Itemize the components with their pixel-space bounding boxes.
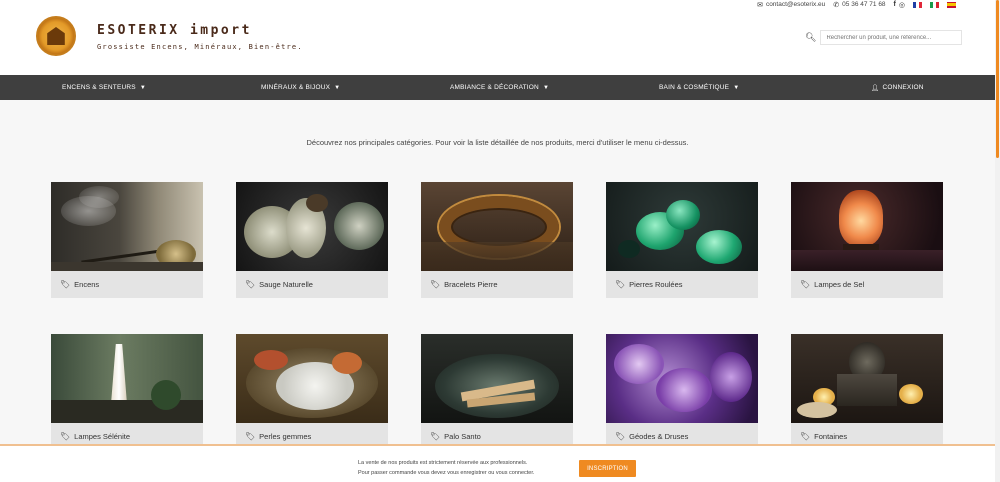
category-card-bracelets-pierre[interactable]: 🏷︎ Bracelets Pierre xyxy=(421,182,573,298)
tag-icon: 🏷︎ xyxy=(430,432,441,441)
flag-france-icon[interactable] xyxy=(913,1,922,8)
category-card-perles-gemmes[interactable]: 🏷︎ Perles gemmes xyxy=(236,334,388,450)
category-card-sauge-naturelle[interactable]: 🏷︎ Sauge Naturelle xyxy=(236,182,388,298)
category-image xyxy=(606,182,758,271)
cookie-line-2: Pour passer commande vous devez vous enr… xyxy=(358,470,535,476)
flag-spain-icon[interactable] xyxy=(947,1,956,8)
category-image xyxy=(236,182,388,271)
caret-down-icon: ▼ xyxy=(334,84,341,91)
category-caption: 🏷︎ Sauge Naturelle xyxy=(236,271,388,298)
category-label: Sauge Naturelle xyxy=(259,280,313,289)
instagram-icon[interactable]: ◎ xyxy=(899,1,905,9)
phone-link[interactable]: ✆ 05 36 47 71 68 xyxy=(833,1,885,9)
nav-mineraux-bijoux[interactable]: MINÉRAUX & BIJOUX ▼ xyxy=(261,75,340,100)
tag-icon: 🏷︎ xyxy=(60,432,71,441)
tag-icon: 🏷︎ xyxy=(245,432,256,441)
category-image xyxy=(51,182,203,271)
caret-down-icon: ▼ xyxy=(542,84,550,91)
tag-icon: 🏷︎ xyxy=(800,432,811,441)
envelope-icon: ✉ xyxy=(757,1,763,9)
nav-encens-senteurs[interactable]: ENCENS & SENTEURS ▼ xyxy=(62,75,146,100)
email-link[interactable]: ✉ contact@esoterix.eu xyxy=(757,1,825,9)
search-box: 🔍︎ xyxy=(805,30,963,45)
category-image xyxy=(236,334,388,423)
category-caption: 🏷︎ Bracelets Pierre xyxy=(421,271,573,298)
category-label: Encens xyxy=(74,280,100,289)
category-image xyxy=(421,334,573,423)
category-caption: 🏷︎ Lampes de Sel xyxy=(791,271,943,298)
nav-label: AMBIANCE & DÉCORATION xyxy=(450,84,539,91)
nav-ambiance-decoration[interactable]: AMBIANCE & DÉCORATION ▼ xyxy=(450,75,549,100)
main-nav: ENCENS & SENTEURS ▼ MINÉRAUX & BIJOUX ▼ AM… xyxy=(0,75,995,100)
cookie-banner: La vente de nos produits est strictement… xyxy=(0,444,995,482)
brand-tagline: Grossiste Encens, Minéraux, Bien-être. xyxy=(97,43,303,51)
caret-down-icon: ▼ xyxy=(733,84,740,91)
flag-italy-icon[interactable] xyxy=(930,1,939,8)
category-card-lampes-de-sel[interactable]: 🏷︎ Lampes de Sel xyxy=(791,182,943,298)
tag-icon: 🏷︎ xyxy=(245,280,256,289)
nav-label: BAIN & COSMÉTIQUE xyxy=(659,84,730,91)
category-label: Bracelets Pierre xyxy=(444,280,498,289)
category-label: Lampes Sélénite xyxy=(74,432,131,441)
category-label: Géodes & Druses xyxy=(629,432,689,441)
tag-icon: 🏷︎ xyxy=(615,432,626,441)
category-label: Palo Santo xyxy=(444,432,481,441)
tag-icon: 🏷︎ xyxy=(800,280,811,289)
phone-text: 05 36 47 71 68 xyxy=(842,1,886,8)
category-card-palo-santo[interactable]: 🏷︎ Palo Santo xyxy=(421,334,573,450)
nav-label: MINÉRAUX & BIJOUX xyxy=(261,84,331,91)
category-card-fontaines[interactable]: 🏷︎ Fontaines xyxy=(791,334,943,450)
site-logo[interactable] xyxy=(36,16,76,56)
category-label: Perles gemmes xyxy=(259,432,312,441)
category-label: Pierres Roulées xyxy=(629,280,683,289)
email-text: contact@esoterix.eu xyxy=(765,1,826,8)
category-card-encens[interactable]: 🏷︎ Encens xyxy=(51,182,203,298)
category-card-lampes-selenite[interactable]: 🏷︎ Lampes Sélénite xyxy=(51,334,203,450)
user-icon: 👤︎ xyxy=(871,84,880,92)
inscription-button[interactable]: INSCRIPTION xyxy=(579,460,636,477)
nav-login[interactable]: 👤︎ CONNEXION xyxy=(871,75,924,100)
category-caption: 🏷︎ Pierres Roulées xyxy=(606,271,758,298)
nav-login-label: CONNEXION xyxy=(882,84,924,91)
tag-icon: 🏷︎ xyxy=(430,280,441,289)
search-icon[interactable]: 🔍︎ xyxy=(805,32,816,43)
category-label: Fontaines xyxy=(814,432,848,441)
top-contact-bar: ✉ contact@esoterix.eu ✆ 05 36 47 71 68 f… xyxy=(757,0,956,9)
scrollbar-thumb[interactable] xyxy=(996,0,999,158)
category-image xyxy=(791,182,943,271)
intro-text: Découvrez nos principales catégories. Po… xyxy=(306,138,689,147)
nav-bain-cosmetique[interactable]: BAIN & COSMÉTIQUE ▼ xyxy=(659,75,739,100)
category-image xyxy=(51,334,203,423)
category-image xyxy=(421,182,573,271)
nav-label: ENCENS & SENTEURS xyxy=(62,84,136,91)
caret-down-icon: ▼ xyxy=(139,84,146,91)
search-input[interactable] xyxy=(820,30,963,45)
tag-icon: 🏷︎ xyxy=(615,280,626,289)
site-header: ✉ contact@esoterix.eu ✆ 05 36 47 71 68 f… xyxy=(0,0,1000,75)
category-card-geodes-druses[interactable]: 🏷︎ Géodes & Druses xyxy=(606,334,758,450)
cookie-message: La vente de nos produits est strictement… xyxy=(358,458,534,478)
facebook-icon[interactable]: f xyxy=(894,1,896,8)
tag-icon: 🏷︎ xyxy=(60,280,71,289)
category-image xyxy=(606,334,758,423)
category-image xyxy=(791,334,943,423)
brand[interactable]: ESOTERIX import Grossiste Encens, Minéra… xyxy=(97,23,303,51)
cookie-line-1: La vente de nos produits est strictement… xyxy=(358,460,528,466)
category-card-pierres-roulees[interactable]: 🏷︎ Pierres Roulées xyxy=(606,182,758,298)
category-label: Lampes de Sel xyxy=(814,280,865,289)
category-caption: 🏷︎ Encens xyxy=(51,271,203,298)
phone-icon: ✆ xyxy=(833,1,840,9)
brand-name: ESOTERIX import xyxy=(97,23,252,38)
